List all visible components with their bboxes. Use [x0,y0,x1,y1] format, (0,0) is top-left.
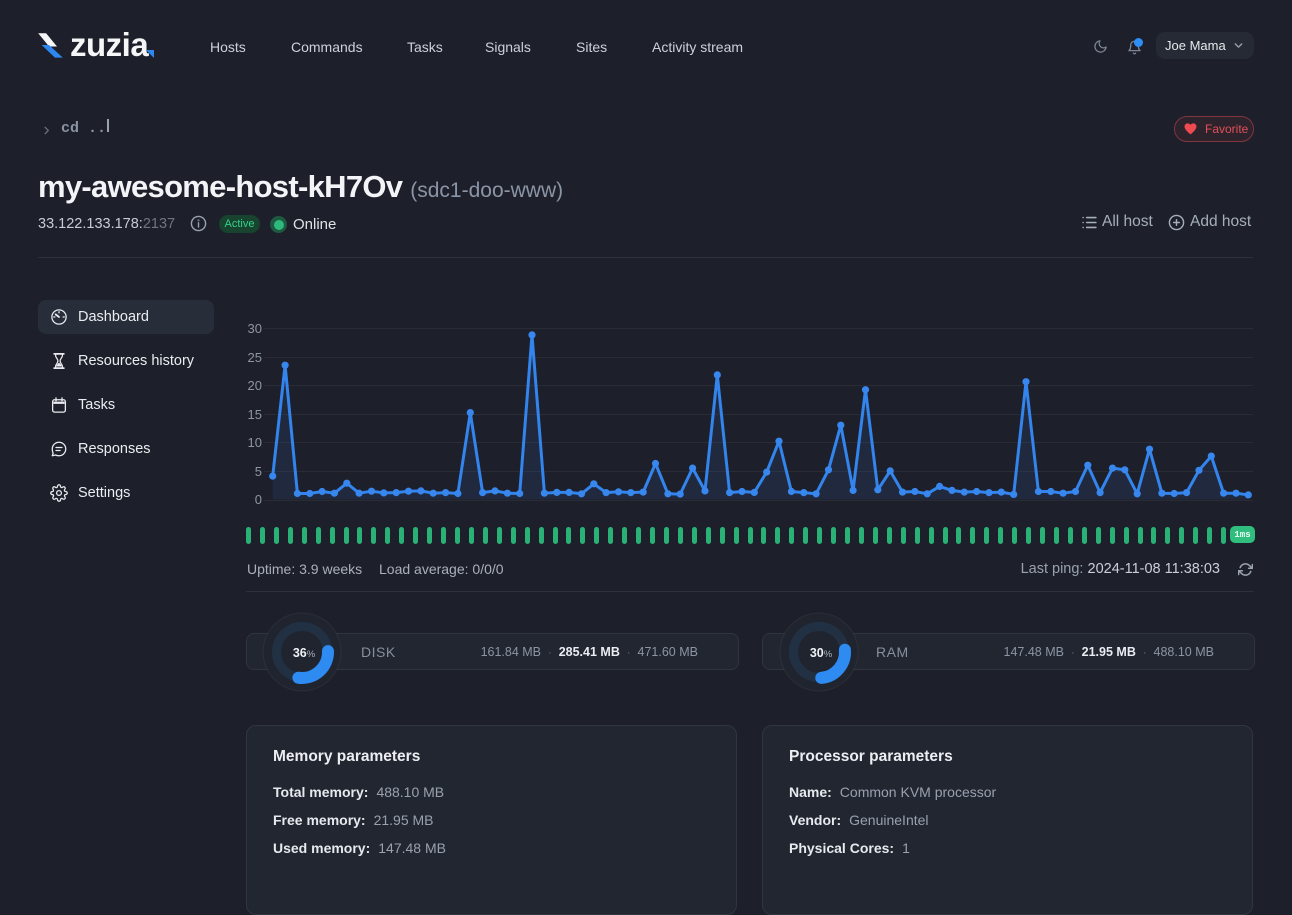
svg-text:36%: 36% [292,646,315,660]
svg-text:30%: 30% [809,646,832,660]
